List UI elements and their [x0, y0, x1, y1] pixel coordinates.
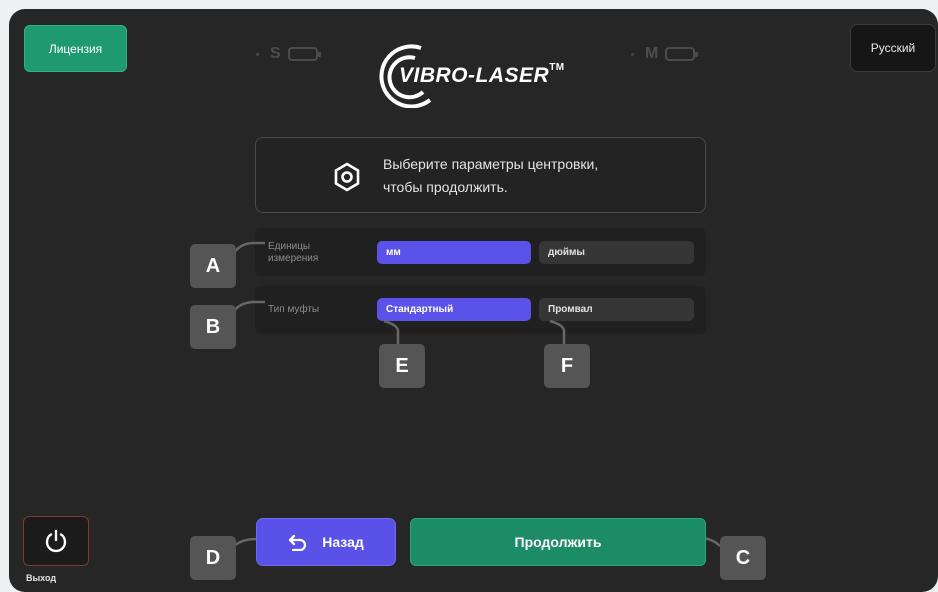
callout-d: D [190, 536, 236, 580]
callout-c: C [720, 536, 766, 580]
units-label-line-1: Единицы [268, 241, 311, 252]
sensor-s-label: S [270, 45, 281, 62]
app-screen: Лицензия Русский S M VIBRO-LASERTM Выбер… [9, 9, 938, 592]
sensor-m-dot [631, 52, 634, 56]
exit-button[interactable] [23, 516, 89, 566]
vibro-laser-logo: VIBRO-LASERTM [375, 38, 595, 108]
power-icon [45, 529, 67, 553]
exit-label: Выход [26, 573, 57, 583]
sensor-m-battery-icon [665, 47, 699, 61]
callout-f: F [544, 344, 590, 388]
callout-e: E [379, 344, 425, 388]
sensor-s-dot [256, 52, 259, 56]
sensor-m-label: M [645, 45, 659, 62]
units-setting-row: Единицы измерения мм дюймы [255, 228, 706, 276]
units-label: Единицы измерения [268, 241, 318, 265]
hex-nut-icon [334, 162, 360, 192]
coupling-option-spacer[interactable]: Промвал [539, 298, 694, 321]
units-option-mm[interactable]: мм [377, 241, 531, 264]
sensor-m-status: M [631, 45, 699, 63]
coupling-option-standard[interactable]: Стандартный [377, 298, 531, 321]
logo-wordmark: VIBRO-LASER [399, 64, 550, 87]
undo-arrow-icon [289, 534, 307, 551]
units-label-line-2: измерения [268, 253, 319, 264]
sensor-s-status: S [256, 45, 321, 63]
back-button-label: Назад [322, 534, 364, 550]
back-button[interactable]: Назад [256, 518, 396, 566]
callout-b: B [190, 305, 236, 349]
info-line-1: Выберите параметры центровки, [383, 156, 599, 172]
continue-button[interactable]: Продолжить [410, 518, 706, 566]
coupling-label: Тип муфты [268, 304, 320, 315]
coupling-setting-row: Тип муфты Стандартный Промвал [255, 286, 706, 334]
units-option-inches[interactable]: дюймы [539, 241, 694, 264]
logo-trademark: TM [549, 62, 565, 73]
logo-text: VIBRO-LASERTM [399, 62, 565, 88]
license-button[interactable]: Лицензия [24, 25, 127, 72]
info-message-text: Выберите параметры центровки, чтобы прод… [383, 153, 598, 199]
language-button[interactable]: Русский [850, 24, 936, 72]
sensor-s-battery-icon [287, 47, 321, 61]
info-line-2: чтобы продолжить. [383, 179, 508, 195]
callout-a: A [190, 244, 236, 288]
info-message-box: Выберите параметры центровки, чтобы прод… [255, 137, 706, 213]
